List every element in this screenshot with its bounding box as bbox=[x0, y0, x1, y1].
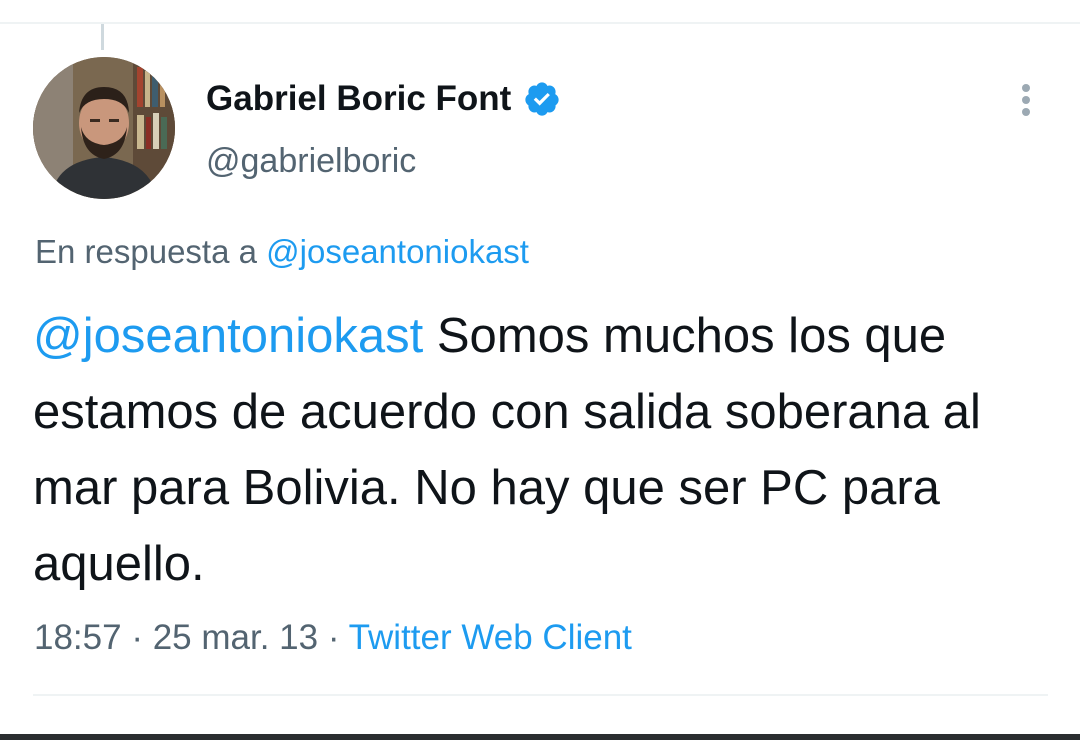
author-handle[interactable]: @gabrielboric bbox=[206, 139, 416, 183]
tweet-source-link[interactable]: Twitter Web Client bbox=[349, 618, 632, 657]
author-display-name-text[interactable]: Gabriel Boric Font bbox=[206, 77, 511, 121]
screen-bottom-edge bbox=[0, 734, 1080, 740]
reply-context: En respuesta a @joseantoniokast bbox=[35, 230, 529, 274]
meta-separator: · bbox=[121, 618, 153, 657]
tweet-time[interactable]: 18:57 bbox=[34, 618, 122, 657]
tweet-text: @joseantoniokast Somos muchos los que es… bbox=[33, 298, 1048, 602]
top-divider bbox=[0, 22, 1080, 24]
verified-badge-icon bbox=[523, 80, 561, 118]
meta-separator: · bbox=[318, 618, 349, 657]
tweet-mention-link[interactable]: @joseantoniokast bbox=[33, 309, 423, 363]
tweet-metadata: 18:57 · 25 mar. 13 · Twitter Web Client bbox=[34, 616, 632, 660]
author-display-name[interactable]: Gabriel Boric Font bbox=[206, 77, 561, 121]
thread-connector-line bbox=[101, 24, 104, 50]
tweet-date[interactable]: 25 mar. 13 bbox=[153, 618, 318, 657]
reply-to-handle-link[interactable]: @joseantoniokast bbox=[266, 233, 529, 270]
more-vertical-icon[interactable] bbox=[1010, 80, 1044, 120]
bottom-divider bbox=[33, 694, 1048, 696]
reply-prefix: En respuesta a bbox=[35, 233, 267, 270]
avatar[interactable] bbox=[33, 57, 175, 199]
